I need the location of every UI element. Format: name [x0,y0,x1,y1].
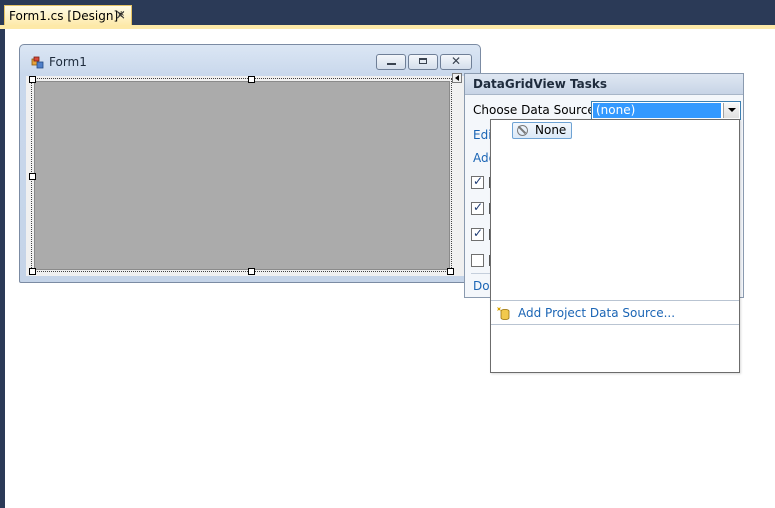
form-title: Form1 [49,55,87,69]
enable-deleting-checkbox[interactable] [471,226,484,241]
datagridview1[interactable] [34,81,450,270]
chevron-down-icon[interactable] [723,103,739,118]
dropdown-separator [491,324,739,325]
tab-close-icon[interactable]: × [115,8,126,23]
smart-tag-glyph-icon[interactable] [452,73,462,83]
dropdown-item-none[interactable]: None [512,122,573,139]
tab-title: Form1.cs [Design]* [9,9,125,23]
enable-editing-checkbox[interactable] [471,200,484,215]
data-source-selected-value: (none) [593,103,721,118]
form-minimize-button[interactable] [376,54,406,70]
resize-handle-top[interactable] [248,76,255,83]
close-icon: ✕ [451,54,462,68]
enable-adding-checkbox[interactable] [471,174,484,189]
add-project-data-source-link[interactable]: Add Project Data Source... [518,306,675,320]
tasks-panel-title: DataGridView Tasks [465,74,743,95]
form-maximize-button[interactable] [408,54,438,70]
resize-handle-bottom[interactable] [248,268,255,275]
form-icon [31,56,44,69]
data-source-combobox[interactable]: (none) [591,101,741,120]
no-entry-icon [517,125,528,136]
resize-handle-top-left[interactable] [29,76,36,83]
choose-data-source-label: Choose Data Source: [473,103,599,117]
form-close-button[interactable]: ✕ [440,54,472,70]
tab-form1-design[interactable]: Form1.cs [Design]* × [4,5,132,26]
document-tab-strip: Form1.cs [Design]* × [0,0,775,26]
resize-handle-bottom-left[interactable] [29,268,36,275]
resize-handle-left[interactable] [29,173,36,180]
enable-reordering-checkbox[interactable] [471,254,484,267]
database-add-icon [497,307,510,320]
resize-handle-bottom-right[interactable] [447,268,454,275]
dropdown-item-none-label: None [535,123,567,137]
dropdown-separator [491,300,739,301]
data-source-dropdown[interactable]: None Add Project Data Source... [490,119,740,373]
